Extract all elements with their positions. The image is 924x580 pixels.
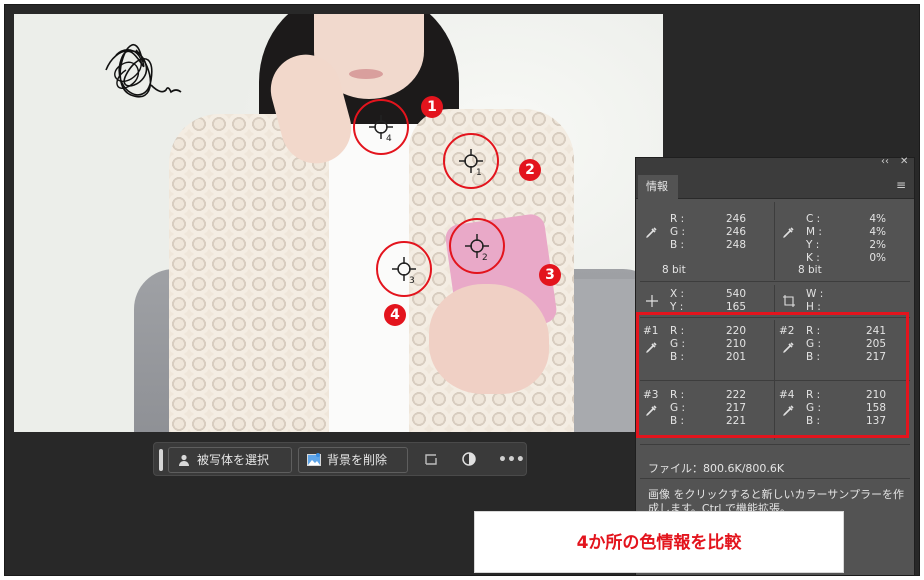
crosshair-icon: 4 bbox=[369, 115, 393, 144]
marker-badge-2: 2 bbox=[519, 159, 541, 181]
svg-text:1: 1 bbox=[476, 168, 482, 178]
cmyk-bit-depth: 8 bit bbox=[798, 264, 822, 276]
panel-header-bar: ‹‹ ✕ bbox=[636, 156, 914, 171]
photo-canvas[interactable] bbox=[14, 14, 663, 432]
image-icon bbox=[307, 453, 321, 466]
cmyk-y-value: 2% bbox=[869, 239, 886, 251]
adjustment-icon[interactable] bbox=[460, 451, 478, 469]
remove-background-label: 背景を削除 bbox=[327, 453, 388, 467]
sampler-marker-4[interactable]: 3 bbox=[376, 241, 432, 297]
collapse-icon[interactable]: ‹‹ bbox=[881, 156, 889, 167]
drag-handle[interactable] bbox=[159, 449, 163, 471]
select-subject-label: 被写体を選択 bbox=[197, 453, 270, 467]
tab-info[interactable]: 情報 bbox=[638, 175, 678, 199]
mask-icon[interactable] bbox=[422, 451, 440, 469]
file-size-info: ファイル：800.6K/800.6K bbox=[648, 462, 785, 475]
svg-text:3: 3 bbox=[409, 276, 415, 286]
person-icon bbox=[179, 454, 189, 466]
marker-badge-4: 4 bbox=[384, 304, 406, 326]
marker-badge-3: 3 bbox=[539, 264, 561, 286]
contextual-taskbar: 被写体を選択 背景を削除 ••• bbox=[153, 442, 527, 476]
more-options-icon[interactable]: ••• bbox=[498, 451, 525, 469]
rgb-b-value: 248 bbox=[725, 239, 746, 251]
scribble-mark bbox=[105, 44, 182, 98]
rgb-bit-depth: 8 bit bbox=[662, 264, 686, 276]
eyedropper-icon bbox=[646, 227, 657, 238]
sampler-highlight-box bbox=[636, 312, 909, 438]
selection-size-icon bbox=[783, 295, 795, 307]
cmyk-m-value: 4% bbox=[869, 226, 886, 238]
crosshair-icon: 1 bbox=[459, 149, 483, 178]
rgb-g-value: 246 bbox=[725, 226, 746, 238]
close-icon[interactable]: ✕ bbox=[900, 156, 908, 167]
eyedropper-icon bbox=[783, 227, 794, 238]
svg-text:2: 2 bbox=[482, 253, 488, 263]
cmyk-k-value: 0% bbox=[869, 252, 886, 264]
crosshair-icon: 2 bbox=[465, 234, 489, 263]
photo-lips bbox=[349, 69, 383, 79]
crosshair-icon: 3 bbox=[392, 257, 416, 286]
sampler-marker-1[interactable]: 4 bbox=[353, 99, 409, 155]
remove-background-button[interactable]: 背景を削除 bbox=[298, 447, 408, 473]
crosshair-plus-icon bbox=[646, 295, 658, 307]
callout-caption: 4か所の色情報を比較 bbox=[474, 511, 844, 573]
marker-badge-1: 1 bbox=[421, 96, 443, 118]
svg-text:4: 4 bbox=[386, 134, 392, 144]
sampler-marker-3[interactable]: 2 bbox=[449, 218, 505, 274]
panel-menu-icon[interactable]: ≡ bbox=[896, 179, 906, 191]
app-window: 4 1 1 2 2 3 3 4 被写体を選択 背景を削除 ••• ‹‹ ✕ 情報… bbox=[4, 4, 920, 576]
photo-hand bbox=[429, 284, 549, 394]
sampler-marker-2[interactable]: 1 bbox=[443, 133, 499, 189]
select-subject-button[interactable]: 被写体を選択 bbox=[168, 447, 292, 473]
panel-tab-bar: 情報 ≡ bbox=[636, 171, 914, 199]
rgb-r-value: 246 bbox=[725, 213, 746, 225]
cmyk-c-value: 4% bbox=[869, 213, 886, 225]
x-value: 540 bbox=[725, 288, 746, 300]
